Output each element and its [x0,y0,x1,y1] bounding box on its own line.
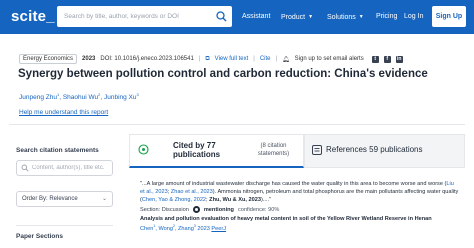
search-icon[interactable] [214,9,229,24]
nav-product-label: Product [281,14,306,21]
author-link[interactable]: Zhang3 [178,224,196,232]
bell-icon: 🔔︎ [282,56,290,63]
current-paper-reference: Zhu, Wu & Xu, 2023 [209,196,261,203]
global-search [57,6,232,27]
cited-by-count: Cited by 77 publications [173,141,221,159]
tab-references[interactable]: References 59 publications [304,134,465,168]
citing-paper-year: 2023 [197,226,210,233]
search-icon [21,164,29,172]
author-link[interactable]: Junpeng Zhu1 [19,92,59,101]
nav-assistant[interactable]: Assistant [242,0,270,34]
author-link[interactable]: Wong2 [158,224,174,232]
twitter-icon[interactable]: t [371,55,379,63]
nav-solutions-label: Solutions [327,14,356,21]
quote-bubble-icon [138,144,149,155]
signup-button[interactable]: Sign Up [432,6,466,27]
author-link[interactable]: Junbing Xu3 [104,92,139,101]
divider: | [253,56,255,62]
citation-sidebar: Search citation statements Order By: Rel… [9,134,119,248]
cite-link[interactable]: Cite [260,56,271,62]
divider: | [275,56,278,62]
chevron-down-icon: ⌄ [101,196,107,202]
citation-search [16,160,113,176]
author-link[interactable]: Chen1 [140,224,155,232]
reference-link[interactable]: Chen, Yao & Zhong, 2022 [142,197,206,203]
chevron-down-icon: ▼ [358,14,364,20]
confidence-value: confidence: 90% [237,206,280,213]
external-link-icon: ⧉ [205,55,210,62]
nav-solutions[interactable]: Solutions ▼ [327,0,364,34]
search-citations-title: Search citation statements [16,147,99,154]
references-icon [312,145,322,155]
references-count: References 59 publications [326,145,423,154]
help-understand-link[interactable]: Help me understand this report [19,109,108,116]
nav-product[interactable]: Product ▼ [281,0,313,34]
paper-sections-heading: Paper Sections [16,233,63,240]
divider [9,124,465,125]
nav-pricing[interactable]: Pricing [376,0,397,34]
order-by-select[interactable]: Order By: Relevance ⌄ [16,191,113,207]
citing-paper-authors: Chen1, Wong2, Zhang3 2023 PeerJ [140,224,227,233]
view-full-text-link[interactable]: View full text [215,56,249,62]
paper-meta-row: Energy Economics 2023 DOI: 10.1016/j.ene… [19,54,403,64]
citing-paper-venue[interactable]: PeerJ [211,226,226,232]
paper-doi: DOI: 10.1016/j.eneco.2023.106541 [100,56,194,62]
divider: | [198,56,201,62]
mentioning-badge: mentioning [203,206,234,213]
divider [16,225,113,226]
email-alerts-link[interactable]: Sign up to set email alerts [295,56,364,62]
journal-badge[interactable]: Energy Economics [19,54,78,64]
linkedin-icon[interactable]: in [395,55,403,63]
citation-tags: Section: Discussion mentioning confidenc… [140,206,460,214]
mentioning-icon [192,206,200,214]
paper-title: Synergy between pollution control and ca… [18,68,428,80]
top-navbar: scite_ Assistant Product▼ Solutions▼ Pri… [0,0,474,34]
author-list: Junpeng Zhu1, Shaohui Wu2, Junbing Xu3 [19,92,139,102]
share-icons: t f in [371,55,403,63]
citation-quote: "...A large amount of industrial wastewa… [140,181,459,203]
citation-search-input[interactable] [32,163,110,173]
order-by-label: Order By: Relevance [22,196,78,202]
citation-statements-count: (8 citation statements) [257,143,290,157]
global-search-input[interactable] [64,9,204,24]
tab-cited-by[interactable]: Cited by 77 publications (8 citation sta… [129,134,304,168]
chevron-down-icon: ▼ [308,14,314,20]
paper-year: 2023 [82,56,96,62]
citing-paper-title[interactable]: Analysis and pollution evaluation of hea… [140,216,440,223]
citation-statement: "...A large amount of industrial wastewa… [140,181,460,233]
scite-logo[interactable]: scite_ [11,8,55,25]
login-button[interactable]: Log In [404,6,423,27]
section-label: Section: Discussion [140,206,189,213]
reference-link[interactable]: Zhao et al., 2023 [171,189,213,195]
facebook-icon[interactable]: f [383,55,391,63]
author-link[interactable]: Shaohui Wu2 [63,92,101,101]
